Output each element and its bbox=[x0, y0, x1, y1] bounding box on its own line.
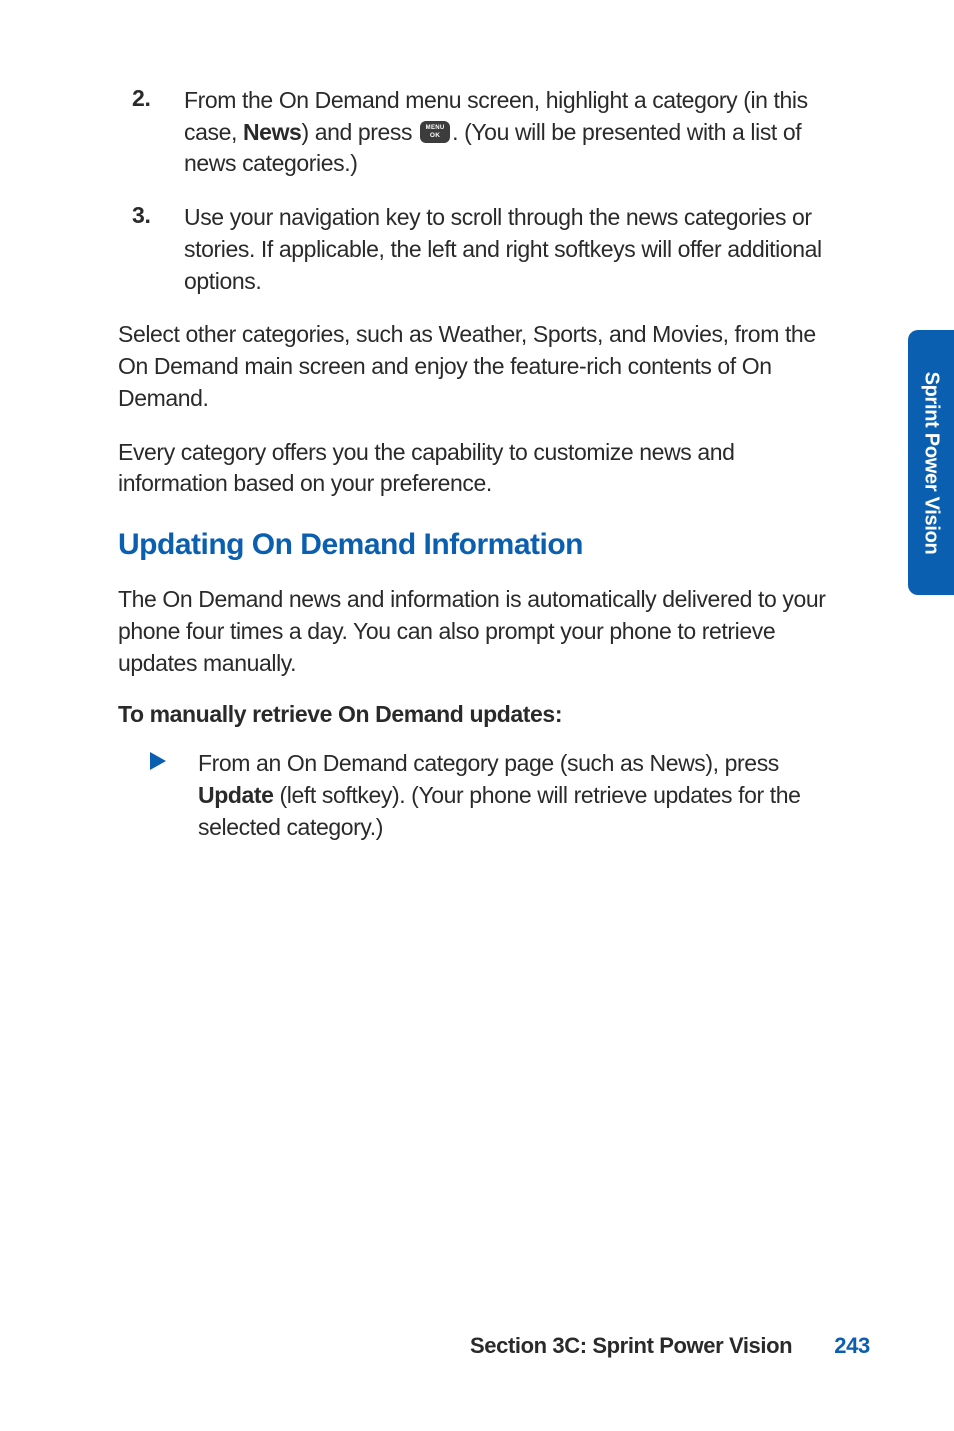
step2-bold-news: News bbox=[243, 119, 301, 145]
menu-ok-button-icon bbox=[420, 121, 450, 143]
bullet-list-item: From an On Demand category page (such as… bbox=[118, 748, 834, 843]
list-number: 2. bbox=[132, 85, 184, 180]
play-bullet-icon bbox=[150, 748, 198, 843]
section-heading: Updating On Demand Information bbox=[118, 528, 834, 562]
instruction-subheading: To manually retrieve On Demand updates: bbox=[118, 701, 834, 728]
footer-page-number: 243 bbox=[834, 1333, 870, 1359]
list-number: 3. bbox=[132, 202, 184, 297]
section-side-tab: Sprint Power Vision bbox=[908, 330, 954, 595]
triangle-icon bbox=[150, 752, 166, 770]
side-tab-label: Sprint Power Vision bbox=[920, 371, 943, 554]
step2-mid-text: ) and press bbox=[301, 119, 418, 145]
footer-section-label: Section 3C: Sprint Power Vision bbox=[470, 1333, 792, 1359]
paragraph-auto-update: The On Demand news and information is au… bbox=[118, 584, 834, 679]
paragraph-categories: Select other categories, such as Weather… bbox=[118, 319, 834, 414]
ordered-list-item-3: 3. Use your navigation key to scroll thr… bbox=[118, 202, 834, 297]
page-footer: Section 3C: Sprint Power Vision 243 bbox=[0, 1333, 954, 1359]
bullet-body: From an On Demand category page (such as… bbox=[198, 748, 834, 843]
bullet-post-text: (left softkey). (Your phone will retriev… bbox=[198, 782, 801, 840]
page-content: 2. From the On Demand menu screen, highl… bbox=[0, 0, 954, 1431]
ordered-list-item-2: 2. From the On Demand menu screen, highl… bbox=[118, 85, 834, 180]
list-body: From the On Demand menu screen, highligh… bbox=[184, 85, 834, 180]
list-body: Use your navigation key to scroll throug… bbox=[184, 202, 834, 297]
bullet-pre-text: From an On Demand category page (such as… bbox=[198, 750, 779, 776]
bullet-bold-update: Update bbox=[198, 782, 274, 808]
paragraph-customize: Every category offers you the capability… bbox=[118, 437, 834, 500]
